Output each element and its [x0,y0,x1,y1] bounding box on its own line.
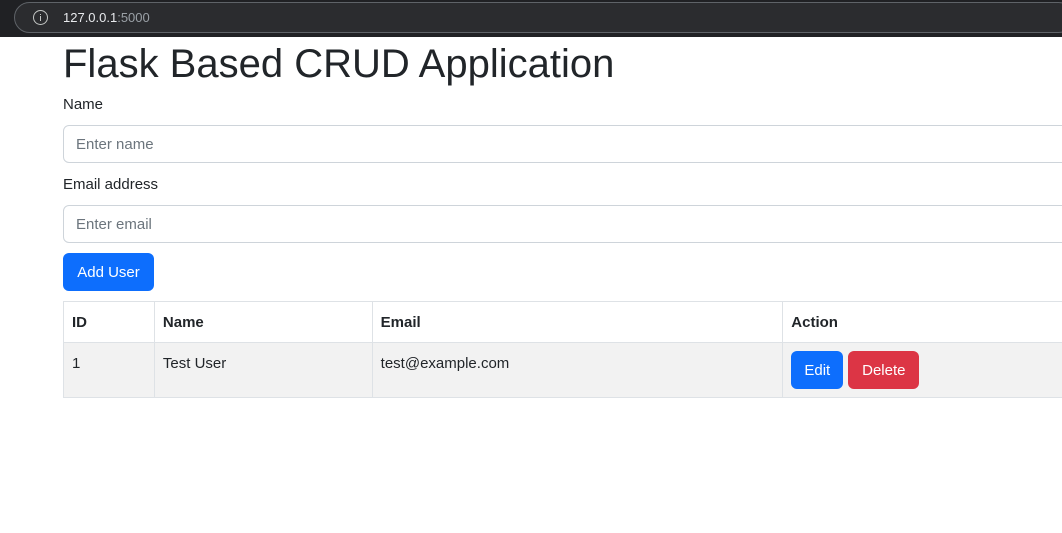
edit-button[interactable]: Edit [791,351,844,389]
info-icon[interactable] [33,10,48,25]
header-email: Email [371,301,784,343]
header-id: ID [63,301,155,343]
page-title: Flask Based CRUD Application [63,42,615,86]
cell-email: test@example.com [371,342,784,398]
email-label: Email address [63,176,159,193]
table-row: 1 Test User test@example.com Edit Delete [63,342,1062,398]
browser-toolbar: 127.0.0.1:5000 [0,0,1062,37]
name-input[interactable] [63,125,1062,163]
cell-action: Edit Delete [782,342,1062,398]
table-header-row: ID Name Email Action [63,301,1062,343]
header-action: Action [782,301,1062,343]
url-text[interactable]: 127.0.0.1:5000 [63,10,150,26]
users-table: ID Name Email Action 1 Test User test@ex… [63,301,1062,398]
header-name: Name [153,301,373,343]
name-label: Name [63,96,104,113]
url-port: :5000 [117,10,150,25]
delete-button[interactable]: Delete [848,351,920,389]
address-bar[interactable]: 127.0.0.1:5000 [14,2,1062,33]
cell-id: 1 [63,342,155,398]
email-input[interactable] [63,205,1062,243]
url-host: 127.0.0.1 [63,10,118,25]
add-user-button[interactable]: Add User [63,253,154,291]
cell-name: Test User [153,342,373,398]
